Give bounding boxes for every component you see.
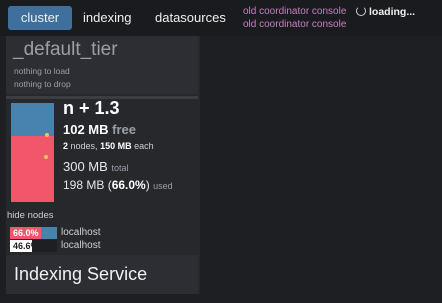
node-row: 46.6% localhost: [10, 240, 200, 252]
indexing-service-card: Indexing Service: [6, 255, 198, 294]
tab-datasources[interactable]: datasources: [145, 6, 236, 30]
used-label: used: [153, 181, 173, 191]
top-nav: cluster indexing datasources old coordin…: [0, 0, 442, 36]
tier-status-drop: nothing to drop: [14, 79, 71, 89]
tier-card: _default_tier nothing to load nothing to…: [6, 36, 198, 94]
tier-title: _default_tier: [13, 39, 118, 60]
old-coordinator-console-link-2[interactable]: old coordinator console: [243, 19, 346, 30]
old-coordinator-console-link[interactable]: old coordinator console: [243, 6, 346, 17]
total-label: total: [111, 163, 129, 173]
tab-indexing[interactable]: indexing: [73, 6, 141, 30]
tab-cluster[interactable]: cluster: [8, 6, 72, 30]
capacity-used-bar: [11, 136, 54, 202]
node-count: 2: [63, 141, 69, 151]
node-usage-percent: 66.0%: [13, 228, 39, 238]
node-host[interactable]: localhost: [61, 227, 100, 239]
node-usage-bar: 46.6%: [10, 240, 57, 252]
each-label: each: [134, 141, 154, 151]
capacity-free-bar: [11, 103, 54, 136]
free-capacity: 102 MB free: [63, 122, 136, 137]
server-tier-name: n + 1.3: [63, 98, 120, 118]
loading-indicator: loading...: [356, 6, 415, 18]
total-capacity: 300 MB total: [63, 159, 128, 174]
total-value: 300 MB: [63, 159, 108, 174]
node-usage-bar: 66.0%: [10, 227, 57, 239]
node-usage-percent: 46.6%: [13, 241, 39, 251]
node-summary: 2 nodes, 150 MB each: [63, 141, 154, 151]
each-value: 150 MB: [100, 141, 132, 151]
used-value: 198 MB: [63, 178, 105, 192]
nodes-label: nodes,: [70, 141, 98, 151]
marker-dot: [45, 133, 49, 137]
hide-nodes-toggle[interactable]: hide nodes: [7, 210, 53, 221]
used-percent: 66.0%: [111, 178, 146, 192]
node-row: 66.0% localhost: [10, 227, 200, 239]
node-host[interactable]: localhost: [61, 240, 100, 252]
free-label: free: [112, 122, 137, 137]
marker-dot: [44, 155, 48, 159]
loading-label: loading...: [369, 6, 416, 18]
indexing-service-title: Indexing Service: [14, 264, 148, 284]
spinner-icon: [356, 6, 366, 16]
used-capacity: 198 MB (66.0%) used: [63, 178, 173, 192]
tier-status-load: nothing to load: [14, 66, 70, 76]
free-value: 102 MB: [63, 122, 109, 137]
